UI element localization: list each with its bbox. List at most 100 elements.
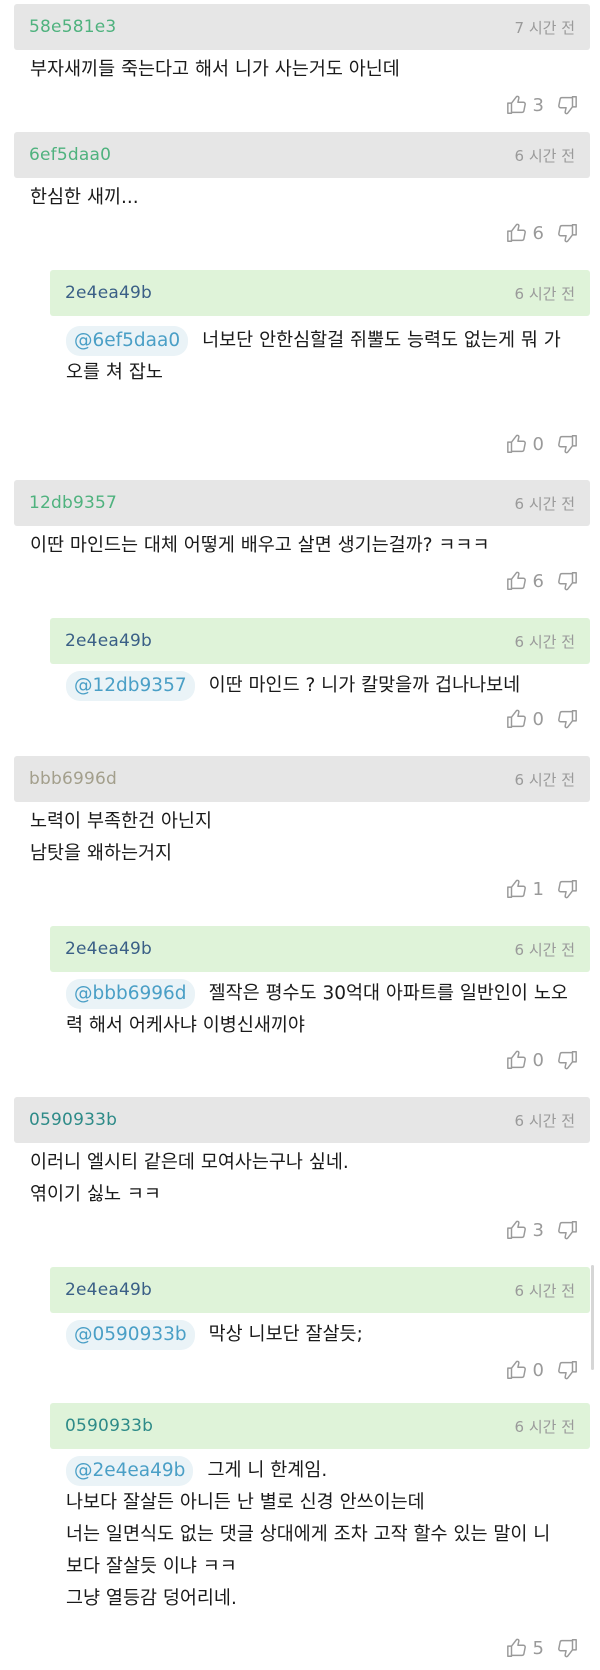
like-count: 0 [532,1049,544,1071]
vote-bar: 3 [506,94,578,116]
thumbs-up-icon [506,223,526,242]
comment-text: @bbb6996d 젤작은 평수도 30억대 아파트를 일반인이 노오 력 해서 … [66,978,586,1042]
like-button[interactable]: 5 [506,1637,544,1659]
dislike-button[interactable] [556,1219,578,1241]
vote-bar: 3 [506,1219,578,1241]
comment-time: 6 시간 전 [514,1111,575,1130]
mention-tag[interactable]: @12db9357 [66,671,195,701]
comment-author-id[interactable]: 2e4ea49b [65,939,152,959]
thumbs-up-icon [506,879,526,898]
comment-text: 노력이 부족한건 아닌지 남탓을 왜하는거지 [30,811,212,864]
comment-text: @0590933b 막상 니보단 잘살듯; [66,1319,586,1351]
thumbs-up-icon [506,1220,526,1239]
comment-author-id[interactable]: bbb6996d [29,769,117,789]
reply-comment: 2e4ea49b 6 시간 전 @0590933b 막상 니보단 잘살듯; 0 [50,1267,590,1381]
dislike-button[interactable] [556,222,578,244]
comment-author-id[interactable]: 0590933b [65,1416,153,1436]
comment-author-id[interactable]: 0590933b [29,1110,117,1130]
comment-author-id[interactable]: 58e581e3 [29,17,116,37]
comment-header: bbb6996d 6 시간 전 [14,756,590,802]
dislike-button[interactable] [556,570,578,592]
vote-bar: 5 [506,1637,578,1659]
thumbs-up-icon [506,95,526,114]
comment-header: 0590933b 6 시간 전 [14,1097,590,1143]
like-button[interactable]: 0 [506,708,544,730]
comment-text: 부자새끼들 죽는다고 해서 니가 사는거도 아닌데 [30,59,400,80]
like-count: 3 [532,94,544,116]
vote-bar: 0 [506,1049,578,1071]
thumbs-down-icon [558,880,577,899]
thumbs-up-icon [506,709,526,728]
vote-bar: 0 [506,1359,578,1381]
comment-time: 6 시간 전 [514,1417,575,1436]
like-button[interactable]: 3 [506,1219,544,1241]
like-count: 5 [532,1637,544,1659]
comment-header: 6ef5daa0 6 시간 전 [14,132,590,178]
like-count: 0 [532,708,544,730]
like-button[interactable]: 0 [506,1359,544,1381]
mention-tag[interactable]: @2e4ea49b [66,1456,194,1486]
like-count: 3 [532,1219,544,1241]
mention-tag[interactable]: @0590933b [66,1320,195,1350]
scrollbar[interactable] [591,1265,594,1370]
comment-author-id[interactable]: 6ef5daa0 [29,145,111,165]
like-count: 1 [532,878,544,900]
like-button[interactable]: 6 [506,570,544,592]
comment-header: 2e4ea49b 6 시간 전 [50,1267,590,1313]
comment: 58e581e3 7 시간 전 부자새끼들 죽는다고 해서 니가 사는거도 아닌… [14,4,590,116]
comment-header: 2e4ea49b 6 시간 전 [50,618,590,664]
dislike-button[interactable] [556,1049,578,1071]
comment-text: @2e4ea49b 그게 니 한계임. 나보다 잘살든 아니든 난 별로 신경 안… [66,1455,586,1615]
comment-time: 7 시간 전 [514,18,575,37]
thumbs-up-icon [506,1638,526,1657]
dislike-button[interactable] [556,1359,578,1381]
like-button[interactable]: 3 [506,94,544,116]
comment-author-id[interactable]: 2e4ea49b [65,1280,152,1300]
mention-tag[interactable]: @6ef5daa0 [66,326,189,356]
comment-text: 이딴 마인드는 대체 어떻게 배우고 살면 생기는걸까? ㅋㅋㅋ [30,535,490,556]
dislike-button[interactable] [556,433,578,455]
thumbs-down-icon [558,224,577,243]
dislike-button[interactable] [556,1637,578,1659]
comment-time: 6 시간 전 [514,1281,575,1300]
vote-bar: 0 [506,708,578,730]
dislike-button[interactable] [556,878,578,900]
vote-bar: 1 [506,878,578,900]
like-count: 6 [532,570,544,592]
mention-tag[interactable]: @bbb6996d [66,979,195,1009]
comment: 0590933b 6 시간 전 이러니 엘시티 같은데 모여사는구나 싶네. 엮… [14,1097,590,1241]
like-count: 6 [532,222,544,244]
like-count: 0 [532,1359,544,1381]
comment-time: 6 시간 전 [514,770,575,789]
comment-body: 이딴 마인드 ? 니가 칼맞을까 겁나나보네 [208,675,521,696]
thumbs-down-icon [558,96,577,115]
comment-time: 6 시간 전 [514,632,575,651]
comment-header: 2e4ea49b 6 시간 전 [50,270,590,316]
like-button[interactable]: 1 [506,878,544,900]
reply-comment: 2e4ea49b 6 시간 전 @6ef5daa0 너보단 안한심할걸 쥐뿔도 능… [50,270,590,455]
comment-header: 58e581e3 7 시간 전 [14,4,590,50]
thumbs-up-icon [506,1360,526,1379]
comment-text: @6ef5daa0 너보단 안한심할걸 쥐뿔도 능력도 없는게 뭐 가 오를 쳐 … [66,325,586,389]
thumbs-up-icon [506,434,526,453]
thumbs-down-icon [558,1221,577,1240]
reply-comment: 2e4ea49b 6 시간 전 @12db9357 이딴 마인드 ? 니가 칼맞을… [50,618,590,730]
comment-author-id[interactable]: 2e4ea49b [65,283,152,303]
comment-body: 막상 니보단 잘살듯; [208,1324,363,1345]
comment-author-id[interactable]: 2e4ea49b [65,631,152,651]
like-button[interactable]: 0 [506,433,544,455]
comment: bbb6996d 6 시간 전 노력이 부족한건 아닌지 남탓을 왜하는거지 1 [14,756,590,900]
comment-author-id[interactable]: 12db9357 [29,493,117,513]
like-button[interactable]: 0 [506,1049,544,1071]
dislike-button[interactable] [556,708,578,730]
comment: 6ef5daa0 6 시간 전 한심한 새끼... 6 [14,132,590,244]
dislike-button[interactable] [556,94,578,116]
vote-bar: 6 [506,222,578,244]
comment: 12db9357 6 시간 전 이딴 마인드는 대체 어떻게 배우고 살면 생기… [14,480,590,592]
thumbs-down-icon [558,710,577,729]
comment-time: 6 시간 전 [514,940,575,959]
like-button[interactable]: 6 [506,222,544,244]
comment-text: 이러니 엘시티 같은데 모여사는구나 싶네. 엮이기 싫노 ㅋㅋ [30,1152,349,1205]
reply-comment: 0590933b 6 시간 전 @2e4ea49b 그게 니 한계임. 나보다 잘… [50,1403,590,1659]
comment-header: 12db9357 6 시간 전 [14,480,590,526]
